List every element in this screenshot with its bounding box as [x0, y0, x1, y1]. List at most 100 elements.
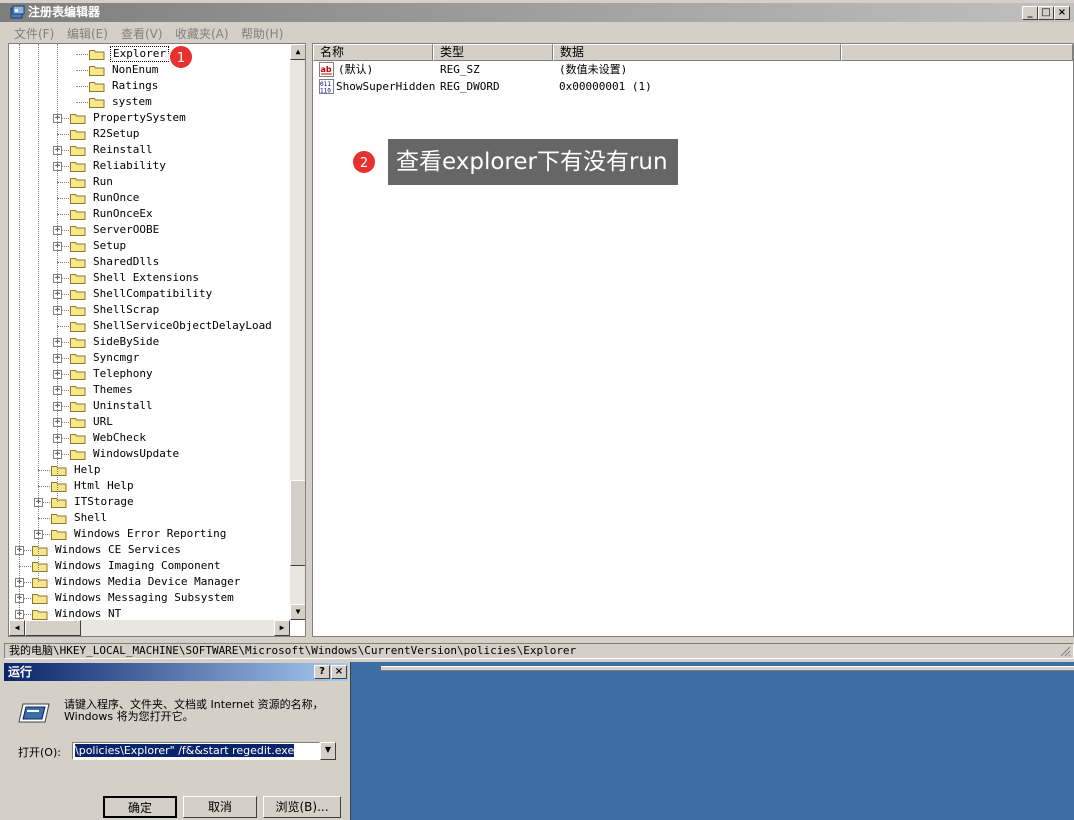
tree-node-label: SharedDlls — [93, 255, 160, 268]
folder-icon — [70, 322, 86, 332]
tree-node-label: Html Help — [74, 479, 134, 492]
window-title: 注册表编辑器 — [28, 5, 101, 19]
tree-node-label: Windows CE Services — [55, 543, 181, 556]
folder-icon — [70, 226, 86, 236]
tree-connector — [24, 614, 31, 615]
value-row[interactable]: 011 110 ShowSuperHidden REG_DWORD 0x0000… — [313, 78, 913, 95]
string-value-icon: ab — [319, 62, 334, 77]
tree-hscroll-thumb[interactable] — [25, 620, 81, 636]
regedit-app-icon — [10, 5, 25, 19]
folder-icon — [32, 594, 48, 604]
tree-connector — [24, 582, 31, 583]
tree-connector — [57, 182, 69, 183]
resize-grip-icon[interactable] — [1060, 646, 1071, 657]
browse-button[interactable]: 浏览(B)... — [263, 796, 341, 818]
folder-icon — [70, 290, 86, 300]
tree-node-label: Windows Imaging Component — [55, 559, 221, 572]
tree-connector — [57, 326, 69, 327]
dropdown-arrow-icon[interactable]: ▼ — [320, 742, 336, 760]
folder-icon — [51, 466, 67, 476]
annotation-badge-1: 1 — [168, 44, 194, 70]
title-bar[interactable]: 注册表编辑器 _ □ × — [0, 3, 1074, 22]
tree-connector — [62, 310, 69, 311]
tree-node-label: Explorer — [110, 46, 169, 62]
tree-connector — [57, 214, 69, 215]
value-row[interactable]: ab (默认) REG_SZ (数值未设置) — [313, 61, 913, 78]
menu-file[interactable]: 文件(F) — [14, 25, 54, 42]
tree-connector — [24, 598, 31, 599]
tree-node-label: ShellCompatibility — [93, 287, 213, 300]
tree-node-label: Themes — [93, 383, 133, 396]
tree-connector — [38, 470, 50, 471]
run-prompt: 请键入程序、文件夹、文档或 Internet 资源的名称，Windows 将为您… — [64, 698, 324, 723]
column-header-name[interactable]: 名称 — [313, 44, 433, 61]
folder-icon — [89, 98, 105, 108]
tree-node-label: Shell — [74, 511, 108, 524]
tree-node-label: ITStorage — [74, 495, 134, 508]
folder-icon — [70, 162, 86, 172]
run-command-input[interactable]: \policies\Explorer" /f&&start regedit.ex… — [72, 742, 320, 760]
svg-text:ab: ab — [321, 65, 332, 74]
value-name: (默认) — [338, 63, 374, 76]
folder-icon — [51, 498, 67, 508]
tree-node-label: R2Setup — [93, 127, 140, 140]
minimize-button[interactable]: _ — [1022, 6, 1038, 20]
tree-connector — [62, 438, 69, 439]
tree-node-label: Windows Media Device Manager — [55, 575, 241, 588]
column-header-data[interactable]: 数据 — [553, 44, 841, 61]
tree-node-label: Syncmgr — [93, 351, 140, 364]
tree-connector — [62, 374, 69, 375]
run-dialog-titlebar[interactable]: 运行 ? × — [4, 663, 348, 681]
tree-connector — [57, 262, 69, 263]
help-button[interactable]: ? — [314, 665, 330, 679]
tree-guide-line — [38, 44, 39, 582]
folder-icon — [70, 434, 86, 444]
tree-connector — [76, 86, 88, 87]
menu-favorites[interactable]: 收藏夹(A) — [175, 25, 229, 42]
run-close-button[interactable]: × — [331, 665, 347, 679]
menu-help[interactable]: 帮助(H) — [241, 25, 283, 42]
menu-view[interactable]: 查看(V) — [121, 25, 163, 42]
dword-value-icon: 011 110 — [319, 79, 334, 94]
window-edge — [381, 666, 1074, 671]
tree-node-label: NonEnum — [112, 63, 159, 76]
menu-edit[interactable]: 编辑(E) — [67, 25, 108, 42]
svg-text:110: 110 — [320, 88, 331, 95]
folder-icon — [32, 546, 48, 556]
cancel-button[interactable]: 取消 — [183, 796, 257, 818]
value-type: REG_SZ — [440, 63, 480, 76]
column-header-type[interactable]: 类型 — [433, 44, 553, 61]
folder-icon — [70, 386, 86, 396]
value-list-pane[interactable]: 名称 类型 数据 ab (默认) REG_SZ (数值未设置) 011 110 … — [312, 43, 1074, 637]
scroll-right-button[interactable]: ▶ — [274, 620, 290, 636]
tree-connector — [24, 550, 31, 551]
tree-guide-line — [57, 44, 58, 502]
ok-button[interactable]: 确定 — [103, 796, 177, 818]
scroll-down-button[interactable]: ▼ — [290, 604, 305, 620]
tree-connector — [62, 246, 69, 247]
tree-node-label: Telephony — [93, 367, 153, 380]
close-button[interactable]: × — [1054, 6, 1070, 20]
tree-vscroll-thumb[interactable] — [290, 480, 305, 566]
tree-connector — [62, 342, 69, 343]
annotation-callout: 查看explorer下有没有run — [388, 139, 678, 185]
maximize-button[interactable]: □ — [1038, 6, 1054, 20]
pane-splitter[interactable] — [306, 43, 312, 637]
tree-connector — [38, 518, 50, 519]
folder-icon — [32, 562, 48, 572]
key-tree-pane[interactable]: Explorer NonEnum Ratings system PropertySyst… — [8, 43, 306, 637]
scroll-left-button[interactable]: ◀ — [9, 620, 25, 636]
tree-node-label: Uninstall — [93, 399, 153, 412]
scroll-up-button[interactable]: ▲ — [290, 44, 305, 60]
run-command-value: \policies\Explorer" /f&&start regedit.ex… — [75, 744, 295, 757]
tree-connector — [62, 454, 69, 455]
registry-editor-window: 注册表编辑器 _ □ × 文件(F) 编辑(E) 查看(V) 收藏夹(A) 帮助… — [0, 0, 1074, 662]
value-type: REG_DWORD — [440, 80, 500, 93]
tree-node-label: Reliability — [93, 159, 166, 172]
tree-node-label: ShellServiceObjectDelayLoad — [93, 319, 272, 332]
folder-icon — [70, 146, 86, 156]
folder-icon — [70, 258, 86, 268]
value-data: (数值未设置) — [559, 63, 628, 76]
tree-connector — [62, 230, 69, 231]
tree-node-label: Shell Extensions — [93, 271, 199, 284]
